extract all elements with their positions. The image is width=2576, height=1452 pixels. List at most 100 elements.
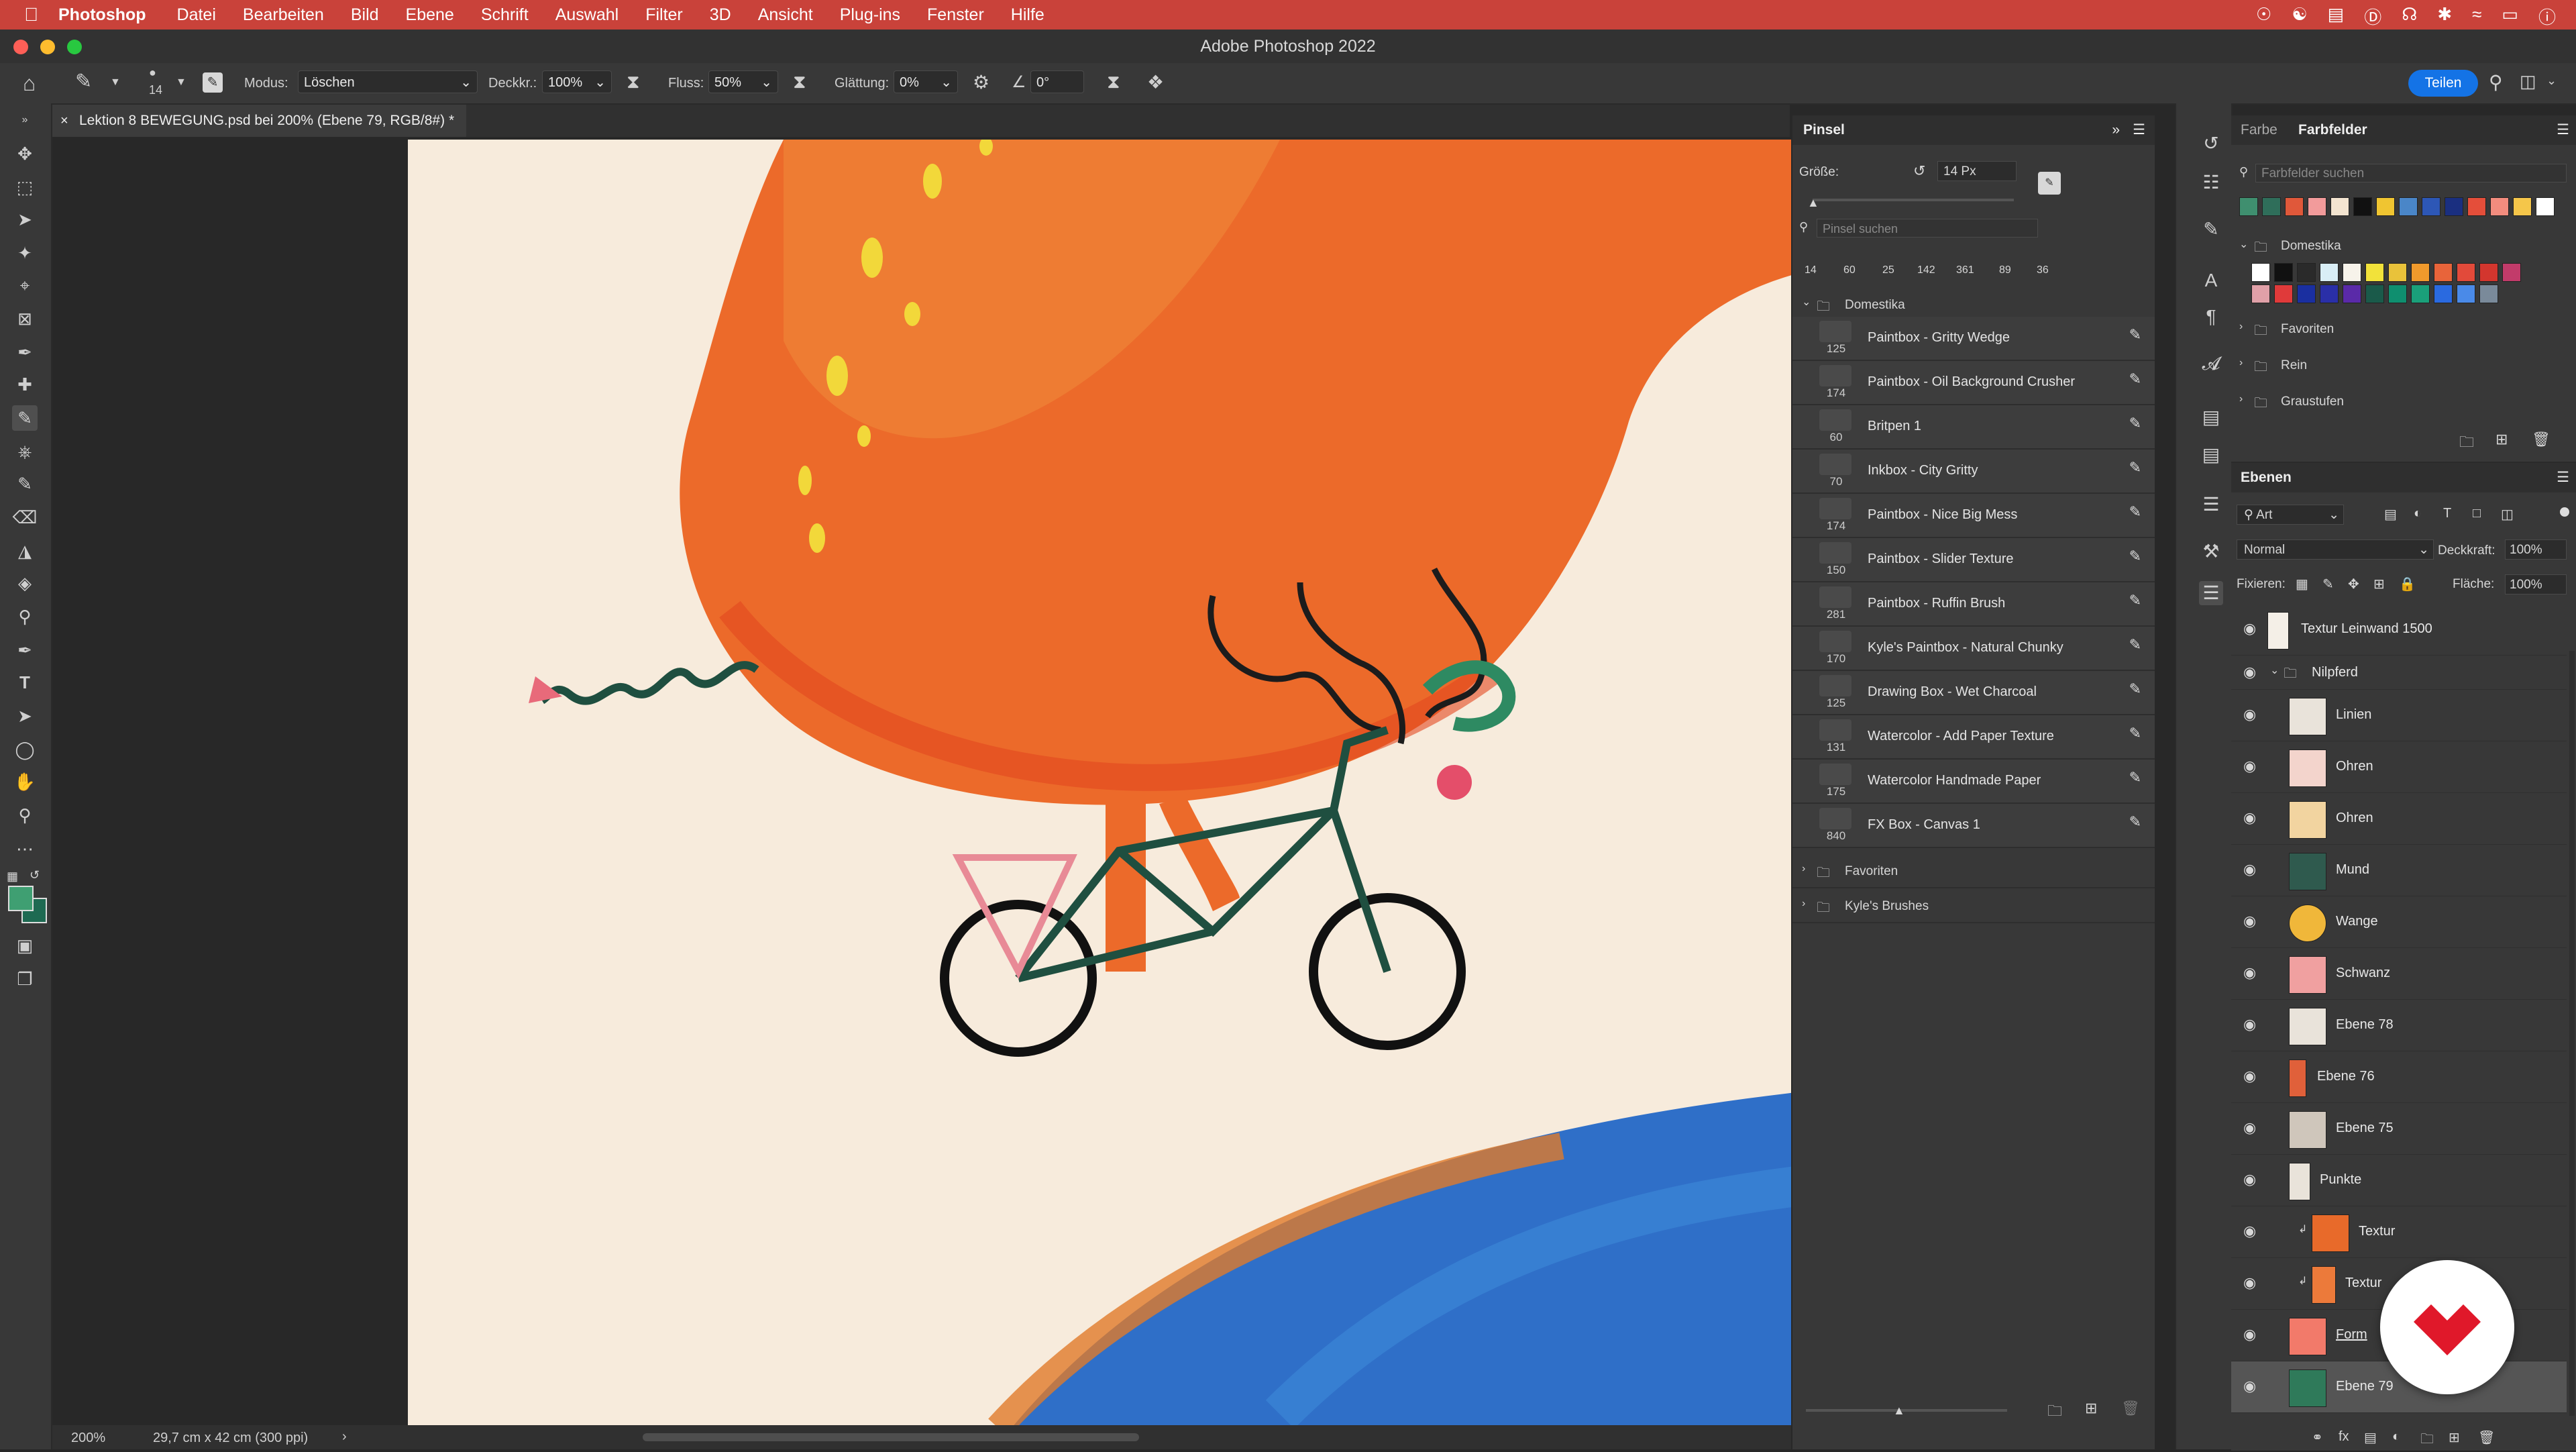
- chevron-down-icon[interactable]: ▼: [110, 76, 121, 89]
- link-layers-icon[interactable]: ⚭: [2312, 1429, 2323, 1446]
- eye-icon[interactable]: ◉: [2243, 1223, 2256, 1240]
- delete-icon[interactable]: 🗑: [2532, 431, 2551, 448]
- glyphs-icon[interactable]: 𝓐: [2199, 352, 2223, 376]
- recent-brush-2[interactable]: 60: [1843, 264, 1856, 276]
- domestika-swatch[interactable]: [2320, 284, 2339, 303]
- wifi-icon[interactable]: ≈: [2472, 4, 2481, 29]
- swatch-group-rein[interactable]: › 🗀 Rein: [2231, 353, 2576, 377]
- brush-settings-panel-icon[interactable]: ✎: [2199, 217, 2223, 242]
- brush-item[interactable]: 70 Inkbox - City Gritty ✎: [1792, 450, 2155, 494]
- type-tool-icon[interactable]: T: [12, 670, 38, 695]
- healing-brush-icon[interactable]: ✚: [12, 372, 38, 397]
- layer-filter-select[interactable]: ⚲ Art ⌄: [2237, 505, 2344, 525]
- size-slider-handle[interactable]: ▲: [1807, 196, 1819, 210]
- modus-select[interactable]: Löschen ⌄: [298, 70, 478, 93]
- delete-icon[interactable]: 🗑: [2121, 1400, 2140, 1417]
- eye-icon[interactable]: ◉: [2243, 1274, 2256, 1292]
- layer-row[interactable]: ◉ Schwanz: [2231, 948, 2567, 1000]
- workspace-icon[interactable]: ◫: [2520, 71, 2536, 92]
- menu-bild[interactable]: Bild: [351, 5, 379, 25]
- lasso-tool-icon[interactable]: ➤: [12, 207, 38, 232]
- brush-tool-preset-icon[interactable]: ✎: [75, 70, 92, 93]
- zoom-level[interactable]: 200%: [71, 1431, 105, 1446]
- minimize-window-icon[interactable]: [40, 40, 55, 54]
- swatch-group-graustufen[interactable]: › 🗀 Graustufen: [2231, 389, 2576, 413]
- lock-all-icon[interactable]: 🔒: [2399, 576, 2416, 592]
- brush-settings-icon[interactable]: ✎: [203, 72, 223, 93]
- eye-icon[interactable]: ◉: [2243, 861, 2256, 878]
- brush-edit-icon[interactable]: ✎: [2129, 813, 2141, 831]
- layer-row[interactable]: ◉ Ebene 75: [2231, 1103, 2567, 1155]
- domestika-swatch[interactable]: [2434, 284, 2453, 303]
- domestika-swatch[interactable]: [2502, 263, 2521, 282]
- clone-stamp-icon[interactable]: ⎈: [12, 439, 38, 464]
- delete-icon[interactable]: 🗑: [2478, 1429, 2495, 1446]
- creative-cloud-icon[interactable]: ☉: [2256, 4, 2271, 29]
- swatch-group-favoriten[interactable]: › 🗀 Favoriten: [2231, 317, 2576, 341]
- eye-icon[interactable]: ◉: [2243, 1326, 2256, 1343]
- document-tab[interactable]: × Lektion 8 BEWEGUNG.psd bei 200% (Ebene…: [52, 105, 467, 137]
- panel-menu-icon[interactable]: ☰: [2557, 115, 2569, 145]
- brush-edit-icon[interactable]: ✎: [2129, 459, 2141, 476]
- crop-tool-icon[interactable]: ⌖: [12, 272, 38, 298]
- eye-icon[interactable]: ◉: [2243, 1016, 2256, 1033]
- menu-ansicht[interactable]: Ansicht: [758, 5, 813, 25]
- brush-item[interactable]: 150 Paintbox - Slider Texture ✎: [1792, 538, 2155, 582]
- panel-menu-icon[interactable]: ☰: [2133, 115, 2145, 145]
- domestika-swatch[interactable]: [2251, 263, 2270, 282]
- eye-icon[interactable]: ◉: [2243, 809, 2256, 827]
- maximize-window-icon[interactable]: [67, 40, 82, 54]
- brush-edit-icon[interactable]: ✎: [2129, 592, 2141, 609]
- domestika-swatch[interactable]: [2388, 263, 2407, 282]
- eye-icon[interactable]: ◉: [2243, 706, 2256, 723]
- layers-scrollbar[interactable]: [2569, 651, 2575, 1416]
- history-icon[interactable]: ↺: [2199, 132, 2223, 156]
- swatch-search-input[interactable]: Farbfelder suchen: [2255, 164, 2567, 183]
- domestika-swatch[interactable]: [2320, 263, 2339, 282]
- domestika-swatch[interactable]: [2343, 263, 2361, 282]
- ellipse-tool-icon[interactable]: ◯: [12, 737, 38, 762]
- brush-edit-icon[interactable]: ✎: [2129, 769, 2141, 786]
- more-tools-icon[interactable]: ⋯: [12, 836, 38, 862]
- recent-swatch[interactable]: [2353, 197, 2372, 216]
- new-group-icon[interactable]: 🗀: [2459, 431, 2474, 456]
- default-colors-icon[interactable]: ▦: [7, 870, 18, 884]
- domestika-swatch[interactable]: [2411, 263, 2430, 282]
- menu-fenster[interactable]: Fenster: [927, 5, 984, 25]
- close-tab-icon[interactable]: ×: [60, 105, 68, 137]
- layer-group-row[interactable]: ◉ ⌄ 🗀 Nilpferd: [2231, 656, 2567, 690]
- document-size[interactable]: 29,7 cm x 42 cm (300 ppi): [153, 1431, 308, 1446]
- recent-brush-7[interactable]: 36: [2037, 264, 2049, 276]
- recent-brush-4[interactable]: 142: [1917, 264, 1935, 276]
- canvas-area[interactable]: [52, 137, 1791, 1425]
- brush-item[interactable]: 170 Kyle's Paintbox - Natural Chunky ✎: [1792, 627, 2155, 671]
- brush-settings-icon[interactable]: ✎: [2038, 172, 2061, 195]
- brush-edit-icon[interactable]: ✎: [2129, 326, 2141, 344]
- menu-bearbeiten[interactable]: Bearbeiten: [243, 5, 324, 25]
- eye-icon[interactable]: ◉: [2243, 620, 2256, 637]
- adjustment-layer-icon[interactable]: ◐: [2392, 1429, 2400, 1445]
- home-icon[interactable]: ⌂: [23, 71, 36, 96]
- properties-icon[interactable]: ☷: [2199, 170, 2223, 195]
- blur-tool-icon[interactable]: ◈: [12, 570, 38, 596]
- recent-brush-6[interactable]: 89: [1999, 264, 2011, 276]
- domestika-swatch[interactable]: [2434, 263, 2453, 282]
- bluetooth-icon[interactable]: ✱: [2437, 4, 2452, 29]
- recent-swatch[interactable]: [2422, 197, 2440, 216]
- recent-swatch[interactable]: [2330, 197, 2349, 216]
- brush-edit-icon[interactable]: ✎: [2129, 636, 2141, 654]
- menu-app-name[interactable]: Photoshop: [58, 5, 146, 25]
- tab-farbe[interactable]: Farbe: [2241, 115, 2277, 145]
- recent-swatch[interactable]: [2467, 197, 2486, 216]
- layer-row[interactable]: ◉ Wange: [2231, 896, 2567, 948]
- layer-row[interactable]: ◉ Ohren: [2231, 793, 2567, 845]
- history-brush-icon[interactable]: ✎: [12, 471, 38, 497]
- pressure-opacity-icon[interactable]: ⧗: [627, 71, 640, 93]
- layer-row[interactable]: ◉ Punkte: [2231, 1155, 2567, 1206]
- brush-folder-kyles[interactable]: › 🗀 Kyle's Brushes: [1792, 888, 2155, 923]
- size-field[interactable]: 14 Px: [1937, 161, 2017, 181]
- new-layer-icon[interactable]: ⊞: [2449, 1429, 2460, 1446]
- domestika-swatch[interactable]: [2365, 284, 2384, 303]
- foreground-color-swatch[interactable]: [8, 886, 34, 911]
- eye-icon[interactable]: ◉: [2243, 1119, 2256, 1137]
